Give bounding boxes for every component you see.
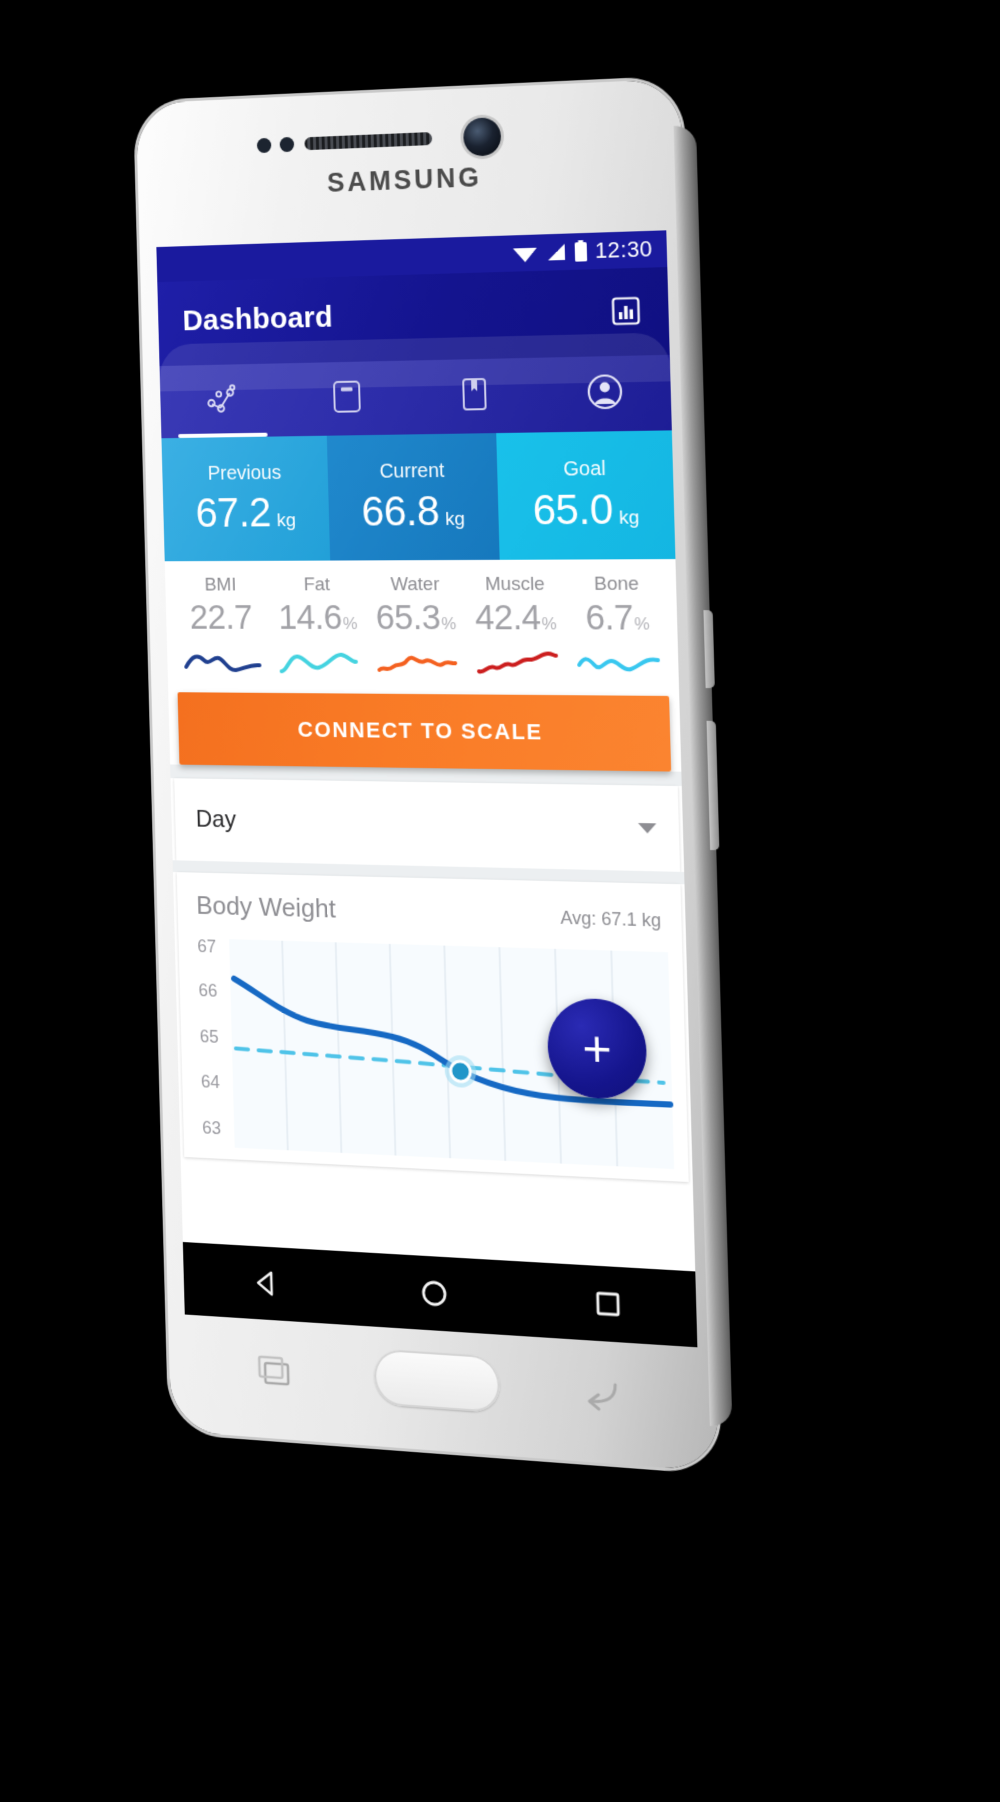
tab-trends[interactable] (160, 363, 285, 438)
svg-text:67: 67 (197, 936, 216, 957)
front-camera-icon (462, 117, 502, 157)
status-bar-time: 12:30 (594, 235, 653, 264)
wifi-icon (512, 243, 538, 264)
chart-plot-area[interactable]: 67 66 65 64 63 + (191, 932, 674, 1181)
weight-card-value: 66.8 (361, 486, 440, 535)
weight-card-goal[interactable]: Goal 65.0 kg (496, 430, 676, 560)
sparkline-fat (278, 646, 359, 680)
metric-bmi[interactable]: BMI 22.7 (173, 575, 271, 680)
weight-card-previous[interactable]: Previous 67.2 kg (161, 435, 330, 562)
nav-recents-button[interactable] (567, 1271, 649, 1337)
recents-key-icon[interactable] (255, 1352, 298, 1399)
sparkline-bone (576, 647, 662, 682)
metric-label: Muscle (484, 573, 546, 596)
screenshot-stage: SAMSUNG 12:30 Dashboard Previous 67.2 kg… (0, 0, 1000, 1802)
metric-value: 42.4 (474, 598, 542, 638)
metric-label: Bone (593, 573, 640, 595)
metric-unit: % (342, 614, 358, 633)
tab-bar (159, 354, 672, 439)
weight-card-label: Previous (207, 461, 282, 485)
sparkline-muscle (475, 646, 559, 681)
metric-value: 22.7 (189, 598, 253, 637)
weight-card-unit: kg (618, 506, 640, 529)
metric-label: BMI (204, 574, 237, 596)
battery-icon (573, 240, 588, 263)
metric-value: 14.6 (277, 598, 343, 637)
connect-to-scale-button[interactable]: CONNECT TO SCALE (177, 692, 672, 772)
proximity-sensor-icon (256, 137, 272, 154)
light-sensor-icon (279, 136, 295, 153)
period-select[interactable]: Day (174, 778, 681, 872)
person-circle-icon (585, 372, 624, 416)
weight-card-unit: kg (444, 508, 466, 530)
period-select-value: Day (195, 805, 237, 834)
bookmark-icon (458, 375, 491, 417)
svg-text:63: 63 (202, 1117, 221, 1138)
metric-fat[interactable]: Fat 14.6 % (268, 574, 368, 679)
weight-card-unit: kg (276, 509, 297, 531)
metric-water[interactable]: Water 65.3 % (365, 574, 467, 680)
weight-card-value: 65.0 (532, 484, 614, 533)
page-title: Dashboard (182, 300, 334, 338)
metric-unit: % (633, 614, 650, 634)
cellular-signal-icon (545, 242, 568, 263)
bar-chart-icon[interactable] (605, 290, 647, 332)
svg-text:66: 66 (198, 980, 217, 1001)
metric-value: 65.3 (375, 598, 441, 638)
body-weight-chart-card: Body Weight Avg: 67.1 kg 67 66 65 64 63 (176, 872, 689, 1183)
chevron-down-icon (638, 823, 657, 834)
tab-goals[interactable] (409, 358, 540, 435)
tab-profile[interactable] (538, 355, 672, 433)
metric-unit: % (541, 614, 558, 634)
metric-muscle[interactable]: Muscle 42.4 % (464, 574, 568, 681)
weight-summary-strip: Previous 67.2 kg Current 66.8 kg Goal 65… (161, 430, 676, 562)
brand-logo: SAMSUNG (326, 162, 483, 198)
metric-unit: % (441, 614, 457, 634)
phone-device: SAMSUNG 12:30 Dashboard Previous 67.2 kg… (135, 78, 733, 1472)
phone-screen: 12:30 Dashboard Previous 67.2 kg Current… (156, 230, 698, 1348)
tab-scale[interactable] (283, 361, 411, 437)
metric-value: 6.7 (584, 597, 634, 638)
weight-card-label: Current (379, 459, 445, 483)
weight-card-value: 67.2 (194, 488, 272, 536)
sparkline-water (376, 646, 459, 680)
weight-card-current[interactable]: Current 66.8 kg (326, 433, 501, 561)
connect-button-wrap: CONNECT TO SCALE (168, 688, 682, 772)
highlight-point (450, 1061, 470, 1082)
top-bezel: SAMSUNG (136, 79, 685, 248)
nav-back-button[interactable] (227, 1251, 304, 1315)
svg-text:65: 65 (199, 1026, 219, 1047)
svg-text:64: 64 (201, 1071, 221, 1092)
chart-title: Body Weight (195, 890, 337, 924)
scatter-graph-icon (203, 382, 240, 421)
weight-card-label: Goal (563, 457, 607, 481)
sparkline-bmi (183, 645, 263, 679)
chart-header: Body Weight Avg: 67.1 kg (190, 890, 667, 934)
home-key[interactable] (373, 1348, 501, 1414)
back-key-icon[interactable] (579, 1374, 625, 1423)
power-button[interactable] (703, 610, 715, 689)
metric-label: Fat (303, 574, 331, 596)
chart-average-label: Avg: 67.1 kg (560, 907, 662, 931)
weighing-scale-icon (330, 378, 364, 419)
nav-home-button[interactable] (394, 1261, 474, 1326)
metric-bone[interactable]: Bone 6.7 % (565, 573, 671, 681)
metric-label: Water (390, 574, 440, 596)
earpiece-speaker (304, 131, 433, 151)
body-metrics-row: BMI 22.7 Fat 14.6 % Water 65.3 % Muscle … (164, 559, 680, 692)
